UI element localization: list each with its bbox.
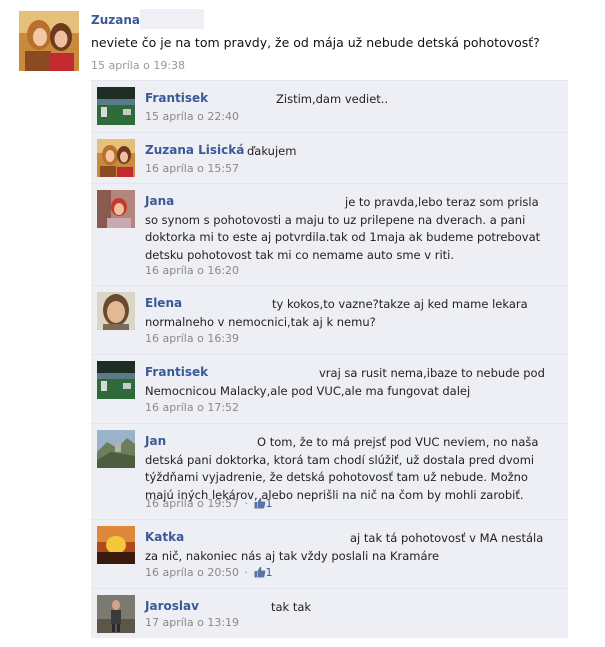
redacted-surname [140,9,204,29]
commenter-avatar[interactable] [97,361,135,399]
comment-timestamp[interactable]: 16 apríla o 19:57 [145,497,239,510]
separator-dot: · [244,566,249,579]
comment-text: vraj sa rusit nema,ibaze to nebude pod N… [145,366,545,398]
comment-text: Zistim,dam vediet.. [276,92,389,106]
commenter-avatar[interactable] [97,526,135,564]
post-text: neviete čo je na tom pravdy, že od mája … [91,35,540,50]
commenter-avatar[interactable] [97,139,135,177]
comment-text: tak tak [271,600,312,614]
commenter-avatar[interactable] [97,87,135,125]
comment-item: Frantisek Zistim,dam vediet.. 15 apríla … [91,80,568,132]
comment-meta: 16 apríla o 19:57 · 1 [145,497,273,510]
comment-item: Jan O tom, že to má prejsť pod VUC nevie… [91,423,568,519]
commenter-avatar[interactable] [97,292,135,330]
comment-item: Zuzana Lisická ďakujem 16 apríla o 15:57 [91,132,568,183]
comment-item: Elena ty kokos,to vazne?takze aj ked mam… [91,285,568,354]
like-count[interactable]: 1 [254,497,273,510]
like-count[interactable]: 1 [254,566,273,579]
comment-text: aj tak tá pohotovosť v MA nestála za nič… [145,531,544,563]
comment-item: Katka aj tak tá pohotovosť v MA nestála … [91,519,568,588]
comment-list: Frantisek Zistim,dam vediet.. 15 apríla … [91,80,568,638]
post-timestamp[interactable]: 15 apríla o 19:38 [91,59,185,72]
thumbs-up-icon [254,497,265,509]
comment-timestamp[interactable]: 17 apríla o 13:19 [145,616,239,629]
comment-timestamp[interactable]: 16 apríla o 16:39 [145,332,239,345]
comment-text: ďakujem [247,144,297,158]
comment-meta: 16 apríla o 20:50 · 1 [145,566,273,579]
commenter-avatar[interactable] [97,430,135,468]
comment-item: Frantisek vraj sa rusit nema,ibaze to ne… [91,354,568,423]
commenter-avatar[interactable] [97,595,135,633]
post-author-name[interactable]: Zuzana [91,13,140,27]
comment-timestamp[interactable]: 16 apríla o 17:52 [145,401,239,414]
thumbs-up-icon [254,566,265,578]
comment-timestamp[interactable]: 16 apríla o 15:57 [145,162,239,175]
comment-item: Jaroslav tak tak 17 apríla o 13:19 [91,588,568,638]
comment-timestamp[interactable]: 16 apríla o 20:50 [145,566,239,579]
comment-text: ty kokos,to vazne?takze aj ked mame leka… [145,297,528,329]
comment-text: O tom, že to má prejsť pod VUC neviem, n… [145,435,539,502]
comment-timestamp[interactable]: 16 apríla o 16:20 [145,264,239,277]
post-author-avatar[interactable] [19,11,79,71]
comment-timestamp[interactable]: 15 apríla o 22:40 [145,110,239,123]
comment-text: je to pravda,lebo teraz som prisla so sy… [145,195,541,262]
status-post: Zuzana neviete čo je na tom pravdy, že o… [0,0,605,85]
comment-item: Jana je to pravda,lebo teraz som prisla … [91,183,568,285]
commenter-avatar[interactable] [97,190,135,228]
separator-dot: · [244,497,249,510]
